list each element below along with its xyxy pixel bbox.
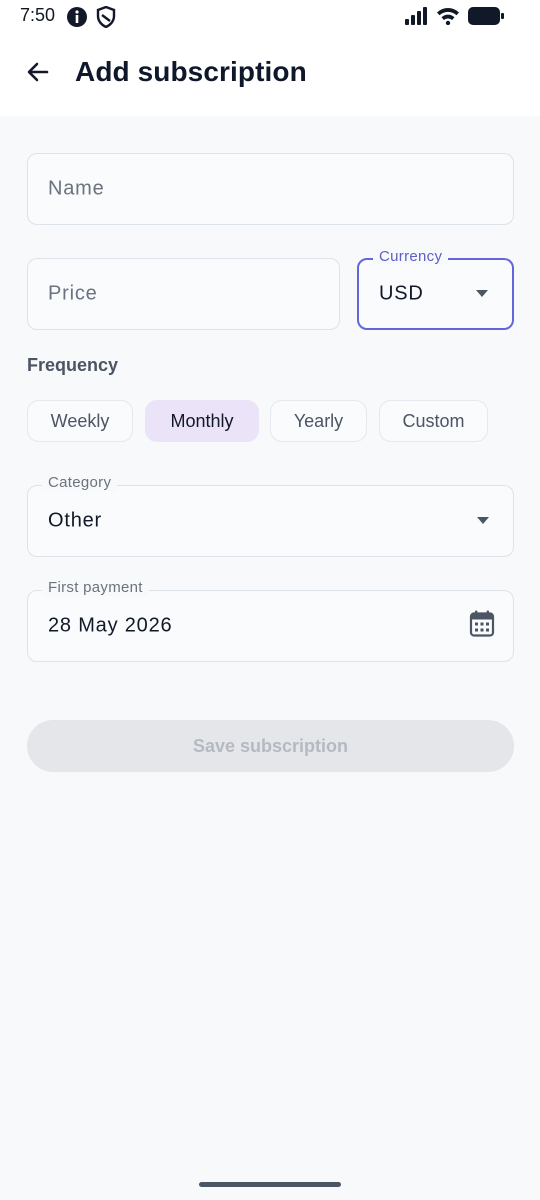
chip-custom[interactable]: Custom [379,400,488,442]
price-input[interactable]: Price [27,258,340,330]
chip-weekly-label: Weekly [50,410,110,431]
chip-monthly-label: Monthly [170,410,234,431]
currency-value: USD [379,282,424,305]
category-value: Other [48,509,103,532]
chip-custom-label: Custom [402,410,465,431]
save-subscription-button[interactable]: Save subscription [27,720,514,772]
home-indicator[interactable] [199,1182,341,1187]
chip-yearly-label: Yearly [293,410,344,431]
currency-select[interactable]: Currency USD [357,248,514,330]
shield-icon [96,5,116,33]
chip-yearly[interactable]: Yearly [270,400,367,442]
status-time: 7:50 [20,5,56,25]
category-label: Category [42,474,118,491]
price-placeholder: Price [48,282,98,305]
back-button[interactable] [16,52,60,96]
status-bar: 7:50 [0,0,540,32]
info-icon [66,6,88,33]
status-left-icons [66,5,116,33]
status-right-icons [404,7,504,30]
name-placeholder: Name [48,177,105,200]
chip-weekly[interactable]: Weekly [27,400,133,442]
chip-monthly[interactable]: Monthly [145,400,259,442]
battery-icon [468,7,504,30]
wifi-icon [436,7,460,30]
currency-label: Currency [373,248,449,265]
page-title: Add subscription [75,56,307,87]
app-header: Add subscription [0,32,540,116]
first-payment-value: 28 May 2026 [48,614,173,637]
first-payment-label: First payment [42,579,149,596]
category-select[interactable]: Category Other [27,474,514,557]
calendar-icon[interactable] [469,610,495,643]
add-subscription-screen: 7:50 Add subscription Name Price Currenc… [0,0,540,1200]
first-payment-field[interactable]: First payment 28 May 2026 [27,579,514,662]
chevron-down-icon [476,290,488,297]
name-input[interactable]: Name [27,153,514,225]
signal-icon [404,7,428,30]
arrow-left-icon [25,59,51,90]
chevron-down-icon [477,517,489,524]
frequency-label: Frequency [27,355,119,375]
